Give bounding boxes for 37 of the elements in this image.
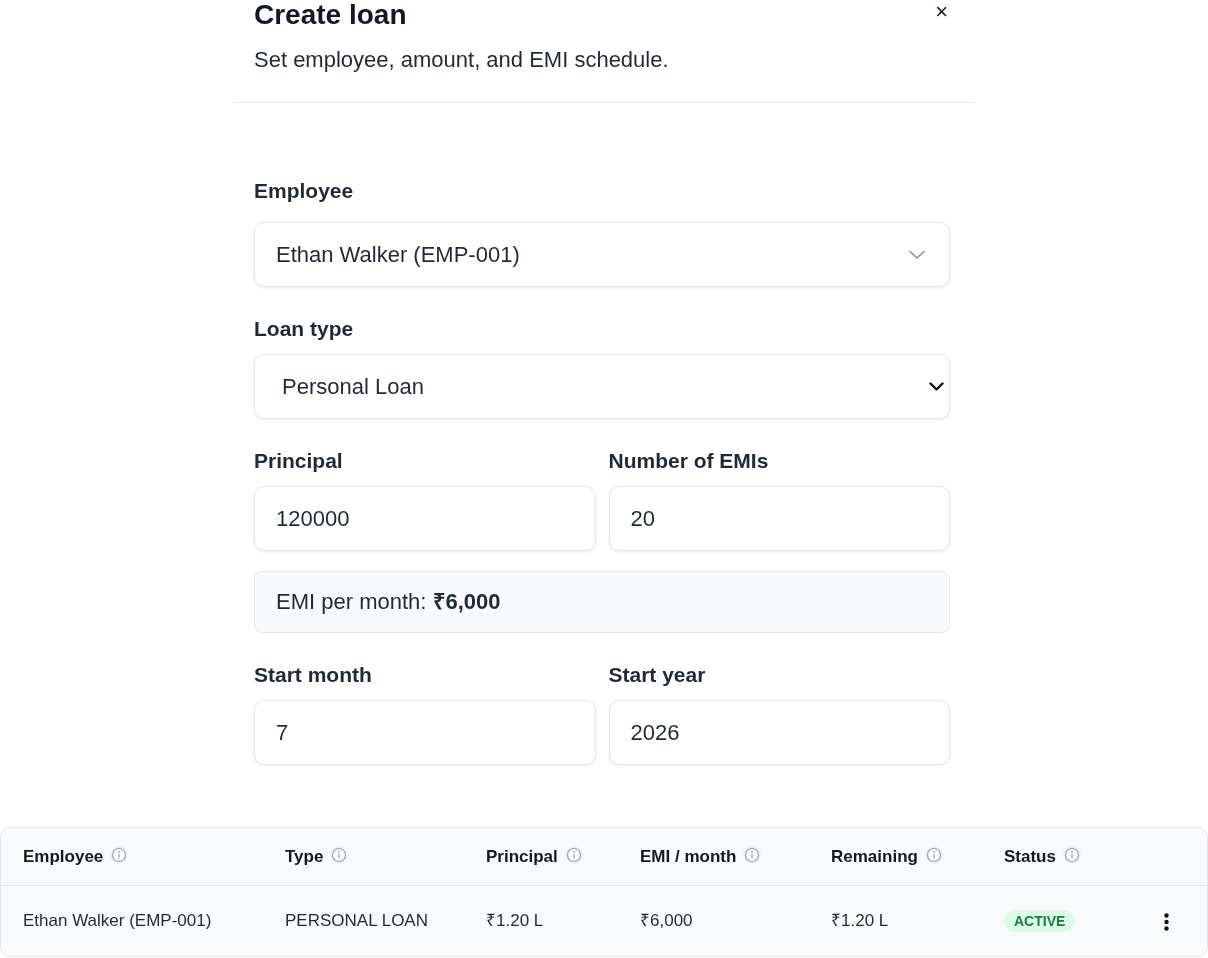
table-cell: ₹6,000 — [618, 885, 809, 956]
field-label: Start year — [608, 662, 706, 688]
chevron-down-icon — [909, 249, 925, 260]
field-label: Start month — [254, 662, 372, 688]
field-label: Employee — [254, 178, 354, 204]
info-icon — [924, 845, 943, 864]
dropdown-field[interactable]: Ethan Walker (EMP-001) — [254, 222, 950, 287]
table-cell: Ethan Walker (EMP-001) — [1, 885, 263, 956]
summary-panel: EMI per month: ₹6,000 — [254, 571, 950, 633]
more-options-icon[interactable] — [1164, 912, 1169, 931]
chevron-down-icon — [929, 382, 944, 391]
info-icon — [564, 845, 583, 864]
dialog-subtitle: Set employee, amount, and EMI schedule. — [254, 46, 669, 74]
column-header: Remaining — [831, 846, 918, 866]
column-header: Type — [285, 846, 324, 866]
field-label: Number of EMIs — [608, 448, 769, 474]
input-field[interactable]: 7 — [254, 700, 596, 765]
table-cell: ₹1.20 L — [464, 885, 618, 956]
input-field[interactable]: 120000 — [254, 486, 596, 551]
input-field[interactable]: 20 — [608, 486, 950, 551]
field-label: Principal — [254, 448, 343, 474]
info-icon — [1062, 845, 1081, 864]
column-header: Status — [1004, 846, 1056, 866]
column-header: Principal — [486, 846, 558, 866]
status-badge: ACTIVE — [1004, 910, 1076, 932]
dialog-title: Create loan — [254, 0, 408, 30]
info-icon — [110, 845, 129, 864]
column-header: Employee — [23, 846, 104, 866]
info-icon — [330, 845, 349, 864]
select-field[interactable]: Personal Loan — [254, 354, 950, 419]
table-cell: PERSONAL LOAN — [263, 885, 464, 956]
info-icon — [743, 845, 762, 864]
field-label: Loan type — [254, 316, 354, 342]
table-cell: ₹1.20 L — [809, 885, 982, 956]
input-field[interactable]: 2026 — [608, 700, 950, 765]
close-button[interactable]: × — [935, 0, 948, 24]
column-header: EMI / month — [640, 846, 737, 866]
